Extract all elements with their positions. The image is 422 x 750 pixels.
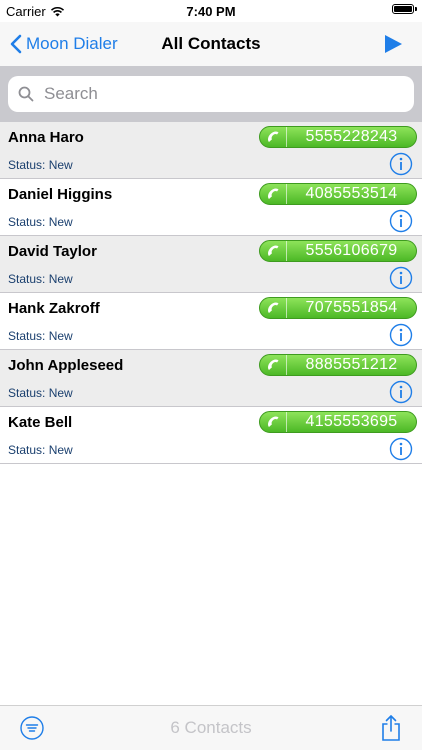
phone-icon-wrap bbox=[260, 184, 287, 204]
phone-icon-wrap bbox=[260, 298, 287, 318]
play-icon[interactable] bbox=[382, 33, 404, 55]
bottom-toolbar: 6 Contacts bbox=[0, 705, 422, 750]
contact-row[interactable]: Daniel Higgins 4085553514 Status: New bbox=[0, 179, 422, 236]
contact-name: David Taylor bbox=[8, 243, 97, 260]
call-button[interactable]: 4155553695 bbox=[259, 411, 417, 433]
phone-icon bbox=[268, 416, 279, 427]
contact-name: Kate Bell bbox=[8, 414, 73, 431]
contact-row[interactable]: Hank Zakroff 7075551854 Status: New bbox=[0, 293, 422, 350]
back-button-label: Moon Dialer bbox=[26, 34, 118, 53]
chevron-left-icon bbox=[10, 34, 22, 54]
navigation-bar: Moon Dialer All Contacts bbox=[0, 22, 422, 66]
phone-number: 7075551854 bbox=[305, 299, 398, 316]
status-time: 7:40 PM bbox=[186, 4, 236, 19]
phone-number: 5555228243 bbox=[305, 128, 398, 145]
info-icon[interactable] bbox=[389, 380, 413, 404]
phone-icon-wrap bbox=[260, 127, 287, 147]
contact-count: 6 Contacts bbox=[170, 718, 252, 737]
back-button[interactable]: Moon Dialer bbox=[10, 22, 118, 66]
contact-row[interactable]: David Taylor 5556106679 Status: New bbox=[0, 236, 422, 293]
info-icon[interactable] bbox=[389, 323, 413, 347]
status-bar: Carrier 7:40 PM bbox=[0, 0, 422, 22]
filter-icon[interactable] bbox=[20, 716, 44, 740]
phone-icon bbox=[268, 188, 279, 199]
contact-name: John Appleseed bbox=[8, 357, 124, 374]
info-icon[interactable] bbox=[389, 437, 413, 461]
call-button[interactable]: 7075551854 bbox=[259, 297, 417, 319]
battery-fill bbox=[394, 6, 412, 12]
contact-status: Status: New bbox=[8, 443, 73, 457]
call-button[interactable]: 8885551212 bbox=[259, 354, 417, 376]
search-bar bbox=[0, 66, 422, 122]
contact-name: Anna Haro bbox=[8, 129, 84, 146]
status-right bbox=[392, 4, 417, 14]
contact-list: Anna Haro 5555228243 Status: New Daniel … bbox=[0, 122, 422, 464]
share-icon[interactable] bbox=[380, 714, 402, 742]
phone-icon bbox=[268, 359, 279, 370]
info-icon[interactable] bbox=[389, 266, 413, 290]
phone-icon-wrap bbox=[260, 412, 287, 432]
phone-icon-wrap bbox=[260, 241, 287, 261]
info-icon[interactable] bbox=[389, 209, 413, 233]
contact-name: Daniel Higgins bbox=[8, 186, 113, 203]
contact-status: Status: New bbox=[8, 215, 73, 229]
phone-number: 5556106679 bbox=[305, 242, 398, 259]
contact-status: Status: New bbox=[8, 158, 73, 172]
phone-number: 4085553514 bbox=[305, 185, 398, 202]
call-button[interactable]: 5555228243 bbox=[259, 126, 417, 148]
phone-icon bbox=[268, 245, 279, 256]
call-button[interactable]: 4085553514 bbox=[259, 183, 417, 205]
phone-icon-wrap bbox=[260, 355, 287, 375]
contact-status: Status: New bbox=[8, 272, 73, 286]
call-button[interactable]: 5556106679 bbox=[259, 240, 417, 262]
contact-row[interactable]: Kate Bell 4155553695 Status: New bbox=[0, 407, 422, 464]
contact-row[interactable]: Anna Haro 5555228243 Status: New bbox=[0, 122, 422, 179]
search-input[interactable] bbox=[42, 83, 386, 105]
contact-status: Status: New bbox=[8, 386, 73, 400]
phone-number: 8885551212 bbox=[305, 356, 398, 373]
info-icon[interactable] bbox=[389, 152, 413, 176]
contact-row[interactable]: John Appleseed 8885551212 Status: New bbox=[0, 350, 422, 407]
search-box[interactable] bbox=[8, 76, 414, 112]
contact-name: Hank Zakroff bbox=[8, 300, 100, 317]
battery-icon bbox=[392, 4, 417, 14]
contact-status: Status: New bbox=[8, 329, 73, 343]
search-icon bbox=[18, 86, 34, 102]
phone-icon bbox=[268, 131, 279, 142]
phone-number: 4155553695 bbox=[305, 413, 398, 430]
phone-icon bbox=[268, 302, 279, 313]
